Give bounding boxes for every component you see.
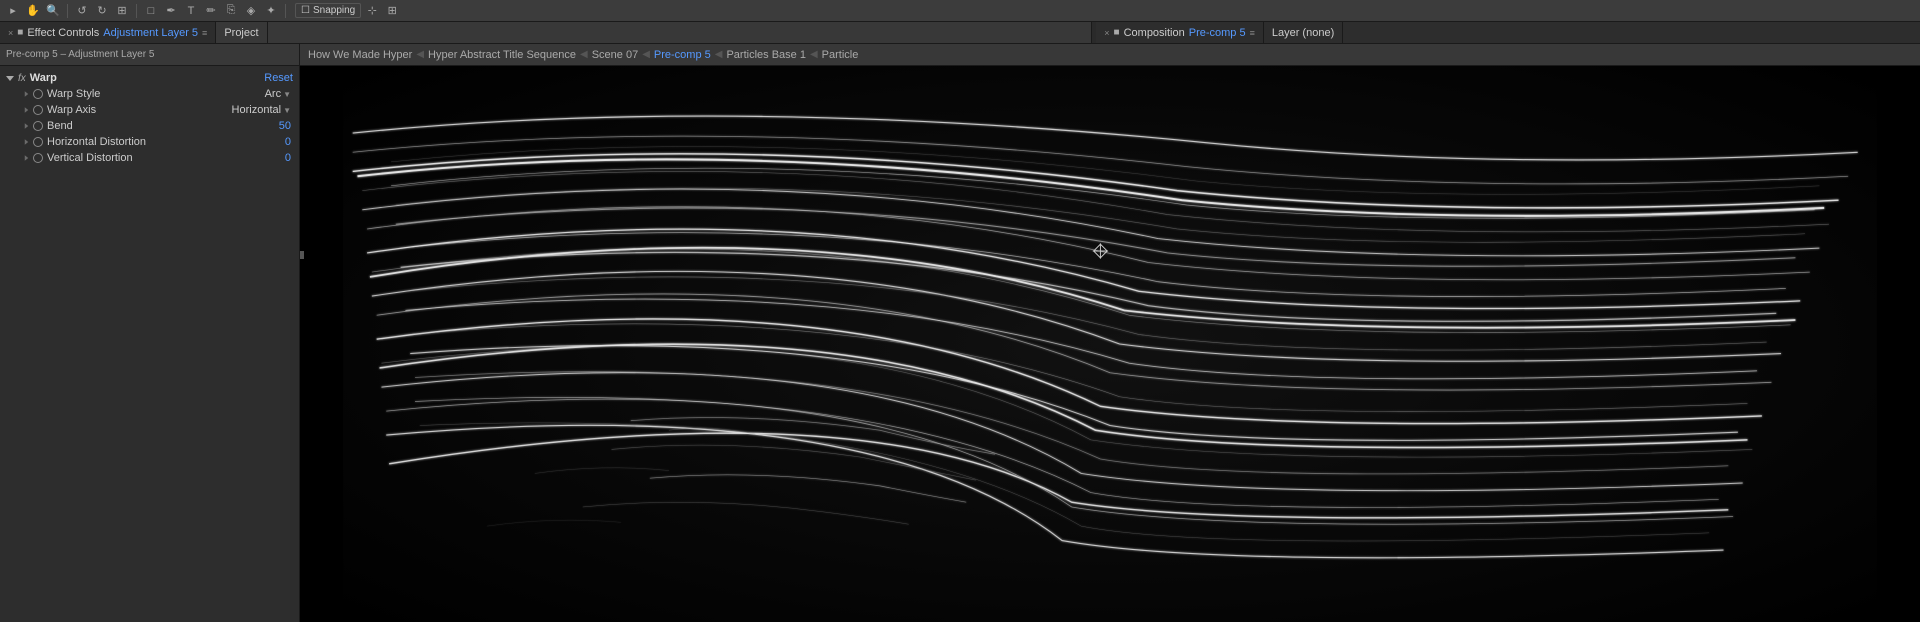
vert-dist-label: Vertical Distortion xyxy=(47,152,281,164)
align-tool-icon[interactable]: ⊞ xyxy=(113,2,131,20)
tab-spacer xyxy=(268,22,1093,43)
comp-menu-icon[interactable]: ≡ xyxy=(1250,28,1255,38)
panel-header-label: Pre-comp 5 – Adjustment Layer 5 xyxy=(0,44,300,65)
chevron-5: ◀ xyxy=(810,49,818,60)
hand-tool-icon[interactable]: ✋ xyxy=(24,2,42,20)
fx-badge: fx xyxy=(18,73,26,84)
horiz-dist-value[interactable]: 0 xyxy=(285,136,291,148)
clone-tool-icon[interactable]: ⎘ xyxy=(222,2,240,20)
effect-controls-tab[interactable]: × ■ Effect Controls Adjustment Layer 5 ≡ xyxy=(0,22,216,43)
project-tab[interactable]: Project xyxy=(216,22,267,43)
project-label: Project xyxy=(224,27,258,39)
panel-tabs-row: × ■ Effect Controls Adjustment Layer 5 ≡… xyxy=(0,22,1920,44)
bend-expand xyxy=(25,123,29,129)
composition-tabs-area: × ■ Composition Pre-comp 5 ≡ Layer (none… xyxy=(1096,22,1920,43)
layer-tab[interactable]: Layer (none) xyxy=(1264,22,1343,43)
effect-controls-label: Effect Controls xyxy=(27,27,99,39)
warp-style-value[interactable]: Arc xyxy=(265,88,282,100)
breadcrumb-particles-base[interactable]: Particles Base 1 xyxy=(726,49,805,61)
chevron-3: ◀ xyxy=(642,49,650,60)
warp-axis-expand xyxy=(25,107,29,113)
warp-style-property[interactable]: Warp Style Arc ▼ xyxy=(0,86,299,102)
breadcrumb-hyper-abstract[interactable]: Hyper Abstract Title Sequence xyxy=(428,49,576,61)
ec-close-icon[interactable]: × xyxy=(8,28,13,38)
text-tool-icon[interactable]: T xyxy=(182,2,200,20)
snapping-label: Snapping xyxy=(313,5,355,16)
warp-effect-name: Warp xyxy=(30,72,260,84)
breadcrumb-row: Pre-comp 5 – Adjustment Layer 5 How We M… xyxy=(0,44,1920,66)
breadcrumb-particle[interactable]: Particle xyxy=(822,49,859,61)
chevron-4: ◀ xyxy=(715,49,723,60)
zoom-tool-icon[interactable]: 🔍 xyxy=(44,2,62,20)
main-content: fx Warp Reset Warp Style Arc ▼ Warp Axis xyxy=(0,66,1920,622)
warp-style-arrow: ▼ xyxy=(283,90,291,99)
magnet-icon[interactable]: ⊹ xyxy=(363,2,381,20)
warp-axis-dropdown[interactable]: Horizontal ▼ xyxy=(232,104,291,116)
bend-value[interactable]: 50 xyxy=(279,120,291,132)
warp-effect-section: fx Warp Reset Warp Style Arc ▼ Warp Axis xyxy=(0,66,299,170)
toolbar-sep-1 xyxy=(67,4,68,18)
bend-circle xyxy=(33,121,43,131)
warp-axis-circle xyxy=(33,105,43,115)
puppet-tool-icon[interactable]: ✦ xyxy=(262,2,280,20)
breadcrumb-scene07[interactable]: Scene 07 xyxy=(592,49,638,61)
breadcrumb-container: How We Made Hyper ◀ Hyper Abstract Title… xyxy=(300,44,1920,65)
bend-label: Bend xyxy=(47,120,275,132)
top-toolbar: ▸ ✋ 🔍 ↺ ↻ ⊞ □ ✒ T ✏ ⎘ ◈ ✦ ☐ Snapping ⊹ ⊞ xyxy=(0,0,1920,22)
ec-icon: ■ xyxy=(17,27,23,38)
composition-tab[interactable]: × ■ Composition Pre-comp 5 ≡ xyxy=(1096,22,1264,43)
vert-dist-circle xyxy=(33,153,43,163)
composition-panel[interactable] xyxy=(300,66,1920,622)
warp-expand-icon xyxy=(6,76,14,81)
grid-icon[interactable]: ⊞ xyxy=(383,2,401,20)
pin-tool-icon[interactable]: ◈ xyxy=(242,2,260,20)
breadcrumb-how-we-made[interactable]: How We Made Hyper xyxy=(308,49,412,61)
warp-axis-property[interactable]: Warp Axis Horizontal ▼ xyxy=(0,102,299,118)
vert-dist-value[interactable]: 0 xyxy=(285,152,291,164)
warp-axis-arrow: ▼ xyxy=(283,106,291,115)
comp-close-icon[interactable]: × xyxy=(1104,28,1109,38)
ec-menu-icon[interactable]: ≡ xyxy=(202,28,207,38)
horiz-dist-label: Horizontal Distortion xyxy=(47,136,281,148)
arrow-tool-icon[interactable]: ▸ xyxy=(4,2,22,20)
warp-style-label: Warp Style xyxy=(47,88,261,100)
brush-tool-icon[interactable]: ✏ xyxy=(202,2,220,20)
chevron-1: ◀ xyxy=(416,49,424,60)
layer-name-label: Adjustment Layer 5 xyxy=(103,27,198,39)
vert-distortion-property[interactable]: Vertical Distortion 0 xyxy=(0,150,299,166)
warp-axis-label: Warp Axis xyxy=(47,104,228,116)
layer-label: Layer (none) xyxy=(1272,27,1334,39)
reset-button[interactable]: Reset xyxy=(264,72,293,84)
warp-style-expand xyxy=(25,91,29,97)
comp-name-label: Pre-comp 5 xyxy=(1189,27,1246,39)
snapping-checkbox[interactable]: ☐ xyxy=(301,5,310,16)
toolbar-sep-2 xyxy=(136,4,137,18)
rotate-tool-icon[interactable]: ↺ xyxy=(73,2,91,20)
horiz-dist-circle xyxy=(33,137,43,147)
rect-tool-icon[interactable]: □ xyxy=(142,2,160,20)
rotate2-tool-icon[interactable]: ↻ xyxy=(93,2,111,20)
warp-canvas xyxy=(300,66,1920,622)
warp-axis-value[interactable]: Horizontal xyxy=(232,104,282,116)
warp-effect-header[interactable]: fx Warp Reset xyxy=(0,70,299,86)
bend-property[interactable]: Bend 50 xyxy=(0,118,299,134)
horiz-distortion-property[interactable]: Horizontal Distortion 0 xyxy=(0,134,299,150)
vert-dist-expand xyxy=(25,155,29,161)
toolbar-sep-3 xyxy=(285,4,286,18)
warp-style-dropdown[interactable]: Arc ▼ xyxy=(265,88,291,100)
chevron-2: ◀ xyxy=(580,49,588,60)
warp-style-circle xyxy=(33,89,43,99)
left-panel: fx Warp Reset Warp Style Arc ▼ Warp Axis xyxy=(0,66,300,622)
comp-icon: ■ xyxy=(1114,27,1120,38)
snapping-button[interactable]: ☐ Snapping xyxy=(295,3,361,18)
composition-label: Composition xyxy=(1124,27,1185,39)
horiz-dist-expand xyxy=(25,139,29,145)
pen-tool-icon[interactable]: ✒ xyxy=(162,2,180,20)
breadcrumb-precomp5[interactable]: Pre-comp 5 xyxy=(654,49,711,61)
